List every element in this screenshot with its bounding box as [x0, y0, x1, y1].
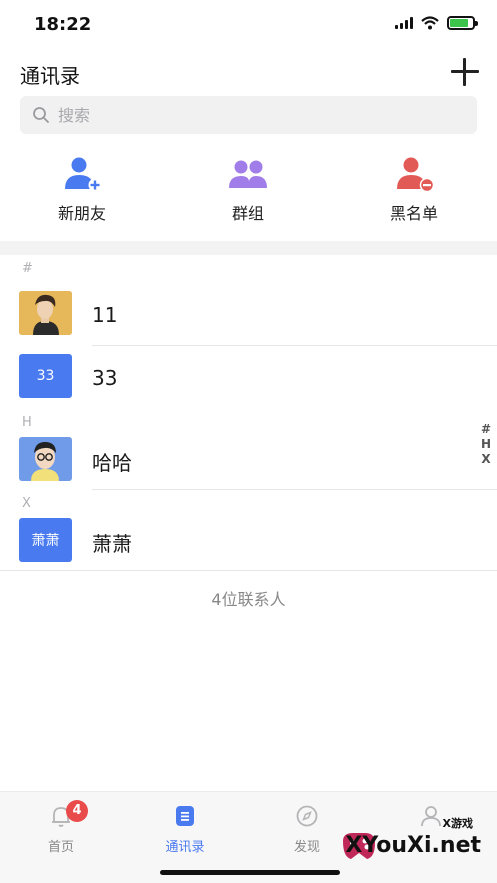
tab-bar: 4 首页 通讯录 发现 X游戏 XYouXi.net: [0, 791, 497, 883]
contact-item[interactable]: 11: [0, 283, 497, 346]
group-header-h: H: [22, 415, 32, 430]
search-input[interactable]: [58, 105, 438, 125]
new-friends-button[interactable]: 新朋友: [22, 152, 142, 224]
contact-item[interactable]: 哈哈: [0, 437, 497, 490]
contact-name: 11: [92, 303, 118, 327]
section-divider: [0, 241, 497, 255]
home-indicator[interactable]: [160, 870, 340, 875]
blacklist-label: 黑名单: [389, 204, 438, 223]
contact-name: 哈哈: [92, 451, 132, 475]
avatar-image: [19, 437, 72, 481]
search-bar[interactable]: [20, 96, 477, 134]
battery-icon: [447, 16, 478, 30]
tab-label: 首页: [47, 840, 74, 855]
group-icon: [229, 160, 267, 188]
add-user-icon: [65, 157, 102, 192]
index-letter[interactable]: H: [481, 437, 491, 452]
avatar: [19, 291, 72, 335]
groups-button[interactable]: 群组: [188, 152, 308, 224]
compass-icon: [296, 805, 318, 827]
avatar: 萧萧: [19, 518, 72, 562]
avatar-image: [19, 291, 72, 335]
row-divider: [92, 489, 497, 490]
contact-item[interactable]: 33 33: [0, 346, 497, 409]
row-divider: [0, 570, 497, 571]
tab-contacts[interactable]: 通讯录: [140, 804, 230, 855]
watermark-small-text: X游戏: [442, 817, 473, 830]
tab-home[interactable]: 4 首页: [16, 800, 106, 855]
status-time: 18:22: [34, 14, 92, 35]
search-icon: [33, 107, 49, 123]
new-friends-label: 新朋友: [57, 204, 106, 223]
contact-item[interactable]: 萧萧 萧萧: [0, 518, 497, 571]
contacts-icon: [176, 806, 194, 826]
quick-actions: 新朋友 群组 黑名单: [0, 152, 497, 232]
status-icons: [395, 16, 478, 30]
blacklist-button[interactable]: 黑名单: [354, 152, 474, 224]
watermark-main-text: XYouXi.net: [345, 833, 481, 858]
tab-label: 通讯录: [165, 840, 205, 855]
contact-count: 4位联系人: [211, 590, 286, 609]
add-button[interactable]: [449, 56, 481, 88]
notification-badge: 4: [66, 800, 88, 822]
wifi-icon: [421, 16, 439, 30]
group-header-hash: #: [22, 261, 33, 276]
alphabet-index[interactable]: # H X: [481, 422, 491, 467]
groups-label: 群组: [231, 204, 264, 223]
contact-name: 萧萧: [92, 532, 132, 556]
avatar: 33: [19, 354, 72, 398]
watermark-logo: X游戏 XYouXi.net: [329, 813, 489, 873]
index-letter[interactable]: #: [481, 422, 491, 437]
status-bar: 18:22: [0, 0, 497, 48]
group-header-x: X: [22, 496, 31, 511]
signal-icon: [395, 17, 413, 29]
contact-name: 33: [92, 366, 118, 390]
remove-user-icon: [397, 157, 435, 192]
page-title: 通讯录: [20, 64, 80, 88]
contact-list: # 11 33 33 H 哈哈 X 萧萧 萧萧: [0, 255, 497, 571]
avatar: [19, 437, 72, 481]
index-letter[interactable]: X: [481, 452, 490, 467]
header: 通讯录: [0, 52, 497, 92]
